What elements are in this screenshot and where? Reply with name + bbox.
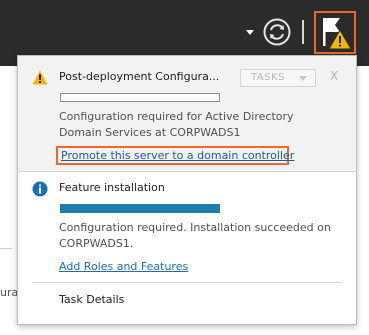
notifications-flag-button[interactable]	[314, 11, 356, 54]
notification-description: Configuration required. Installation suc…	[59, 221, 331, 250]
add-roles-features-link[interactable]: Add Roles and Features	[59, 260, 188, 273]
warning-icon	[328, 29, 352, 50]
notification-title: Post-deployment Configura...	[59, 70, 220, 83]
divider	[32, 282, 342, 283]
task-details-link[interactable]: Task Details	[59, 293, 124, 306]
close-button[interactable]: X	[330, 69, 338, 83]
toolbar-separator	[302, 20, 304, 44]
tasks-label: TASKS	[251, 72, 285, 83]
background-divider	[0, 248, 12, 249]
progress-bar	[60, 93, 220, 102]
progress-bar	[60, 204, 220, 213]
promote-link-highlight: Promote this server to a domain controll…	[56, 146, 294, 165]
notification-post-deployment: Post-deployment Configura... TASKS X Con…	[18, 56, 356, 172]
warning-icon	[32, 70, 48, 89]
refresh-icon[interactable]	[262, 17, 292, 47]
notification-description: Configuration required for Active Direct…	[59, 110, 294, 139]
promote-domain-controller-link[interactable]: Promote this server to a domain controll…	[61, 149, 294, 162]
notifications-popup: Post-deployment Configura... TASKS X Con…	[17, 55, 357, 325]
flag-icon	[323, 18, 352, 50]
info-icon	[32, 181, 48, 201]
notification-title: Feature installation	[59, 181, 165, 194]
progress-bar-fill	[60, 204, 220, 213]
tasks-dropdown[interactable]: TASKS	[240, 69, 316, 87]
chevron-down-icon	[299, 76, 307, 81]
chevron-down-icon[interactable]	[246, 30, 254, 35]
